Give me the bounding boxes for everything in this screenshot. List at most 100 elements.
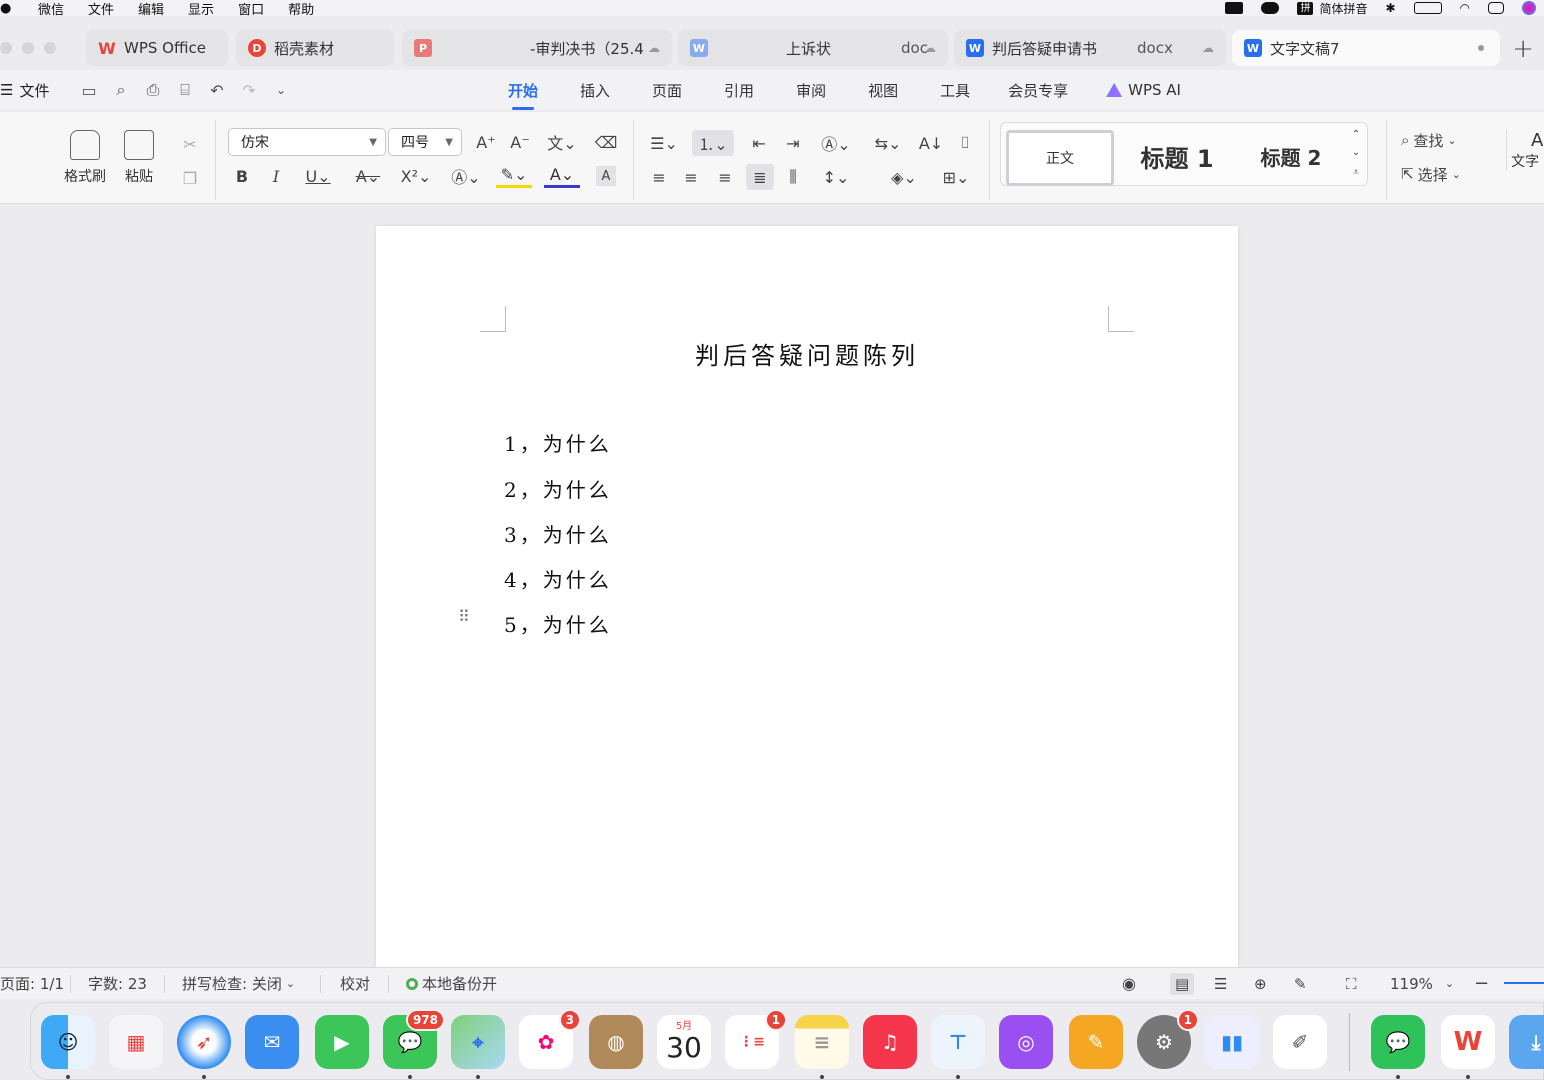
pages-icon[interactable]: ✎ [1069, 1015, 1123, 1069]
wps-menubar-icon[interactable] [1225, 2, 1244, 14]
menu-view[interactable]: 显示 [188, 0, 214, 18]
proofread-button[interactable]: 校对 [340, 973, 370, 994]
grow-font-icon[interactable]: A⁺ [474, 130, 498, 154]
text-direction-icon[interactable]: Ⓐ⌄ [816, 130, 856, 156]
apple-icon[interactable]: ● [0, 1, 14, 16]
export-pdf-icon[interactable]: ⌕ [110, 79, 132, 101]
outline-view-icon[interactable]: ☰ [1214, 975, 1227, 993]
style-heading-2[interactable]: 标题 2 [1246, 128, 1336, 184]
print-preview-icon[interactable]: ⌸ [174, 79, 196, 101]
phonetic-guide-icon[interactable]: 文⌄ [544, 130, 580, 154]
save-icon[interactable]: ▭ [78, 79, 100, 101]
bullet-list-icon[interactable]: ☰⌄ [646, 130, 682, 156]
menu-edit[interactable]: 编辑 [138, 0, 164, 18]
writing-mode-icon[interactable]: ✎ [1294, 975, 1307, 993]
list-item[interactable]: 2，为什么 [504, 474, 612, 503]
system-settings-icon[interactable]: ⚙ 1 [1137, 1009, 1199, 1069]
line-spacing-icon[interactable]: ↕⌄ [816, 164, 856, 190]
tab-wps-office[interactable]: W WPS Office [86, 30, 228, 66]
calendar-icon[interactable]: 5月 30 [657, 1015, 711, 1069]
text-tools-button[interactable]: A 文字 [1506, 130, 1543, 171]
shrink-font-icon[interactable]: A⁻ [508, 130, 532, 154]
contacts-icon[interactable]: ◍ [589, 1015, 643, 1069]
wifi-icon[interactable]: ◠ [1460, 1, 1470, 15]
page-view-icon[interactable]: ▤ [1170, 972, 1195, 995]
web-view-icon[interactable]: ⊕ [1254, 975, 1267, 993]
borders-icon[interactable]: ⊞⌄ [936, 164, 976, 190]
gallery-up-icon[interactable]: ⌃ [1349, 127, 1363, 141]
font-color-icon[interactable]: A⌄ [544, 164, 580, 188]
highlight-icon[interactable]: ✎⌄ [496, 164, 532, 188]
reminders-icon[interactable]: ⋮≡ 1 [725, 1009, 787, 1069]
tab-page[interactable]: 页面 [652, 80, 682, 101]
list-item[interactable]: 1，为什么 [504, 428, 612, 457]
tab-view[interactable]: 视图 [868, 80, 898, 101]
tab-document-7[interactable]: W 文字文稿7 [1232, 30, 1500, 66]
print-icon[interactable]: ⎙ [142, 79, 164, 101]
style-heading-1[interactable]: 标题 1 [1128, 128, 1226, 184]
fit-page-icon[interactable]: ⛶ [1346, 975, 1357, 993]
show-marks-icon[interactable]: ⌷ [952, 130, 978, 156]
battery-icon[interactable] [1413, 2, 1442, 14]
document-page[interactable]: 判后答疑问题陈列 1，为什么 2，为什么 3，为什么 4，为什么 5，为什么 ⠿ [376, 226, 1238, 967]
facetime-icon[interactable]: ▶ [315, 1015, 369, 1069]
tab-appeal-doc[interactable]: W 上诉状 doc ☁ [678, 30, 948, 66]
redo-icon[interactable]: ↷ [238, 79, 260, 101]
sort-icon[interactable]: A↓ [918, 130, 944, 156]
menu-help[interactable]: 帮助 [288, 0, 314, 18]
shading-icon[interactable]: ◈⌄ [884, 164, 924, 190]
italic-icon[interactable]: I [264, 164, 288, 188]
launchpad-icon[interactable]: ▦ [109, 1015, 163, 1069]
downloads-folder-icon[interactable]: ⤓ [1509, 1015, 1544, 1069]
gallery-more-icon[interactable]: ⩡ [1349, 165, 1363, 179]
tab-references[interactable]: 引用 [724, 80, 754, 101]
tab-judgment-pdf[interactable]: P -审判决书（25.4 ☁ [402, 30, 672, 66]
align-right-icon[interactable]: ≡ [712, 164, 738, 190]
photos-icon[interactable]: ✿ 3 [519, 1009, 581, 1069]
tab-docer[interactable]: D 稻壳素材 [236, 30, 394, 66]
decrease-indent-icon[interactable]: ⇤ [746, 130, 772, 156]
numbered-list-icon[interactable]: ⒈⌄ [692, 130, 734, 156]
copy-icon[interactable]: ❐ [178, 166, 202, 190]
align-left-icon[interactable]: ≡ [646, 164, 672, 190]
siri-icon[interactable] [1522, 1, 1536, 15]
list-item[interactable]: 4，为什么 [504, 564, 612, 593]
justify-icon[interactable]: ≣ [746, 164, 774, 190]
paste-button[interactable]: 粘贴 [124, 130, 154, 186]
close-window-button[interactable] [0, 42, 12, 54]
cut-icon[interactable]: ✂ [178, 132, 202, 156]
textedit-icon[interactable]: ✐ [1273, 1015, 1327, 1069]
document-title[interactable]: 判后答疑问题陈列 [376, 336, 1238, 371]
music-icon[interactable]: ♫ [863, 1015, 917, 1069]
podcasts-icon[interactable]: ◎ [999, 1015, 1053, 1069]
page-indicator[interactable]: 页面: 1/1 [0, 973, 64, 994]
tab-wps-ai[interactable]: WPS AI [1106, 80, 1181, 101]
tab-review[interactable]: 审阅 [796, 80, 826, 101]
messages-icon[interactable]: 💬 978 [383, 1009, 445, 1069]
file-menu-button[interactable]: ☰ 文件 [0, 80, 49, 101]
align-center-icon[interactable]: ≡ [678, 164, 704, 190]
wechat-menubar-icon[interactable] [1261, 2, 1280, 14]
chinese-layout-icon[interactable]: ⇆⌄ [868, 130, 908, 156]
chevron-down-icon[interactable]: ⌄ [270, 79, 292, 101]
clear-format-icon[interactable]: ⌫ [594, 130, 618, 154]
character-shading-icon[interactable]: A [596, 166, 616, 186]
find-button[interactable]: ⌕ 查找 ⌄ [1401, 128, 1491, 152]
spell-check-toggle[interactable]: 拼写检查: 关闭 ⌄ [182, 973, 295, 994]
maximize-window-button[interactable] [44, 42, 56, 54]
local-backup-status[interactable]: 本地备份开 [406, 973, 497, 994]
eye-protection-icon[interactable]: ◉ [1122, 974, 1136, 993]
tab-insert[interactable]: 插入 [580, 80, 610, 101]
drag-handle-icon[interactable]: ⠿ [458, 609, 470, 632]
style-normal[interactable]: 正文 [1006, 130, 1114, 186]
strikethrough-icon[interactable]: A⌄ [350, 164, 386, 188]
font-name-select[interactable]: 仿宋 ▼ [228, 128, 386, 156]
list-item[interactable]: 5，为什么 [504, 609, 612, 638]
tab-tools[interactable]: 工具 [940, 80, 970, 101]
wps-dock-icon[interactable]: W [1441, 1015, 1495, 1069]
text-effect-icon[interactable]: Ⓐ⌄ [448, 164, 484, 188]
format-painter-button[interactable]: 格式刷 [64, 130, 106, 186]
safari-icon[interactable]: ➶ [177, 1015, 231, 1069]
mail-icon[interactable]: ✉ [245, 1015, 299, 1069]
superscript-icon[interactable]: X²⌄ [398, 164, 434, 188]
